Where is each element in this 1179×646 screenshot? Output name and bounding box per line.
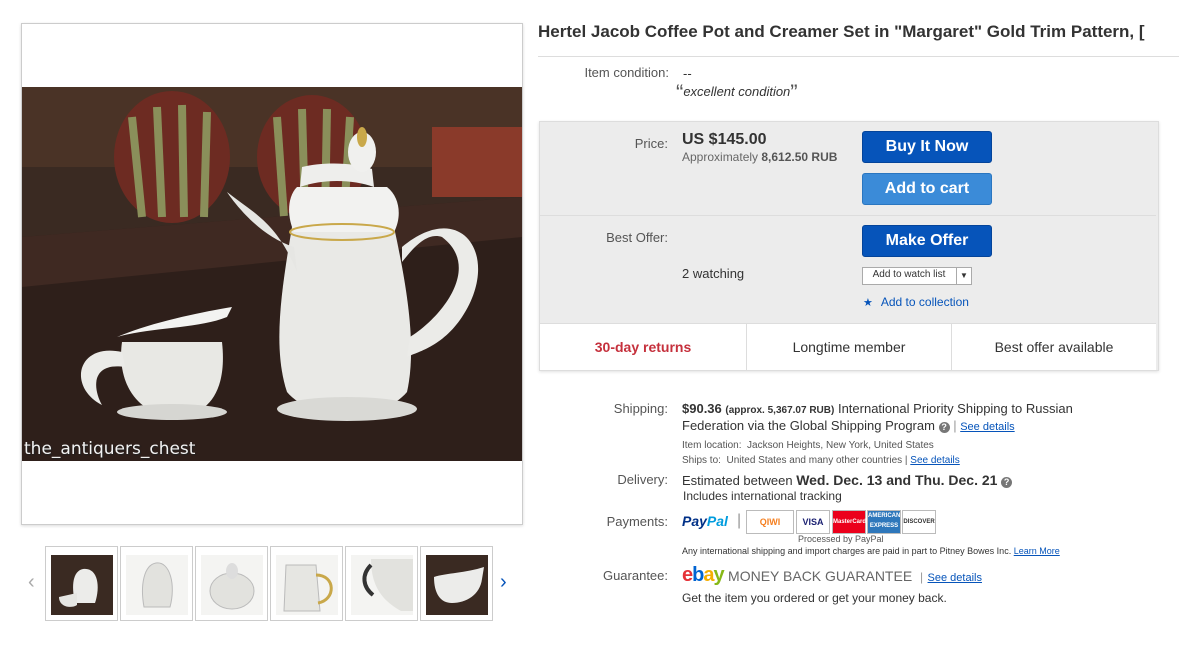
feature-longtime-member: Longtime member [792, 339, 906, 355]
shipping-via: via the Global Shipping Program [747, 418, 935, 433]
shipping-details: $90.36 (approx. 5,367.07 RUB) Internatio… [682, 401, 1122, 468]
payments-label: Payments: [606, 514, 668, 529]
feature-best-offer: Best offer available [994, 339, 1114, 355]
price-approx-prefix: Approximately [682, 150, 762, 164]
add-to-collection-label: Add to collection [880, 295, 969, 309]
thumbnail-1[interactable] [45, 546, 118, 621]
import-charges-text: Any international shipping and import ch… [682, 546, 1012, 556]
thumbnail-2[interactable] [120, 546, 193, 621]
shipping-amount: $90.36 [682, 401, 722, 416]
import-charges-note: Any international shipping and import ch… [682, 546, 1060, 556]
condition-note: “excellent condition” [676, 80, 798, 106]
price-divider [540, 215, 1156, 216]
guarantee-text: MONEY BACK GUARANTEE [728, 568, 913, 584]
help-icon[interactable]: ? [938, 422, 950, 433]
thumbnail-next-arrow-icon[interactable]: › [500, 571, 507, 594]
shipping-see-details-link[interactable]: See details [960, 421, 1014, 433]
thumbnail-image [201, 555, 263, 615]
star-icon: ★ [863, 297, 873, 309]
qiwi-logo: QIWI [746, 510, 794, 534]
add-to-watch-list-button[interactable]: Add to watch list ▼ [862, 267, 972, 285]
visa-logo: VISA [796, 510, 830, 534]
price-approx: Approximately 8,612.50 RUB [682, 150, 837, 164]
watch-list-label: Add to watch list [872, 269, 946, 280]
paypal-logo-part-1: Pay [682, 513, 707, 529]
ebay-logo: ebay [682, 564, 725, 586]
shipping-label: Shipping: [613, 401, 668, 416]
guarantee-subtext: Get the item you ordered or get your mon… [682, 591, 947, 605]
thumbnail-image [426, 555, 488, 615]
amex-logo: AMERICAN EXPRESS [867, 510, 901, 534]
item-location-value: Jackson Heights, New York, United States [747, 440, 934, 451]
thumbnail-image [51, 555, 113, 615]
shipping-approx: (approx. 5,367.07 RUB) [725, 405, 835, 416]
help-icon[interactable]: ? [1001, 477, 1013, 488]
chevron-down-icon[interactable]: ▼ [956, 268, 971, 284]
ships-to: Ships to: United States and many other c… [682, 455, 960, 466]
main-photo[interactable]: the_antiquers_chest [22, 87, 522, 461]
price-label: Price: [634, 136, 668, 151]
delivery-label: Delivery: [617, 472, 668, 487]
guarantee-label: Guarantee: [602, 568, 668, 583]
add-to-cart-button[interactable]: Add to cart [862, 173, 992, 205]
thumbnail-3[interactable] [195, 546, 268, 621]
price-value: US $145.00 [682, 131, 767, 148]
logo-divider: | [737, 512, 742, 529]
condition-value: -- [683, 66, 692, 81]
item-location-label: Item location: [682, 440, 742, 451]
mastercard-logo: MasterCard [832, 510, 866, 534]
price-approx-value: 8,612.50 RUB [761, 150, 838, 164]
delivery-tracking: Includes international tracking [683, 489, 842, 503]
add-to-collection-link[interactable]: ★ Add to collection [863, 295, 969, 309]
feature-returns: 30-day returns [594, 339, 692, 355]
thumbnail-5[interactable] [345, 546, 418, 621]
condition-note-text: excellent condition [683, 84, 791, 99]
ships-to-value: United States and many other countries [726, 455, 903, 466]
make-offer-button[interactable]: Make Offer [862, 225, 992, 257]
guarantee-see-details-link[interactable]: See details [928, 572, 982, 584]
main-photo-frame[interactable]: the_antiquers_chest [21, 23, 523, 525]
features-bar: 30-day returns Longtime member Best offe… [540, 323, 1156, 370]
item-title: Hertel Jacob Coffee Pot and Creamer Set … [538, 22, 1145, 41]
thumbnail-image [126, 555, 188, 615]
paypal-logo: PayPal [682, 513, 728, 529]
discover-logo: DISCOVER [902, 510, 936, 534]
ships-to-see-details-link[interactable]: See details [910, 455, 959, 466]
thumbnail-image [276, 555, 338, 615]
payment-logos: PayPal | QIWI VISA MasterCard AMERICAN E… [682, 510, 942, 534]
title-divider [538, 56, 1179, 57]
photo-watermark: the_antiquers_chest [24, 439, 196, 459]
watching-count: 2 watching [682, 266, 745, 281]
thumbnail-4[interactable] [270, 546, 343, 621]
money-back-guarantee: ebay MONEY BACK GUARANTEE | See details [682, 564, 982, 586]
delivery-estimate: Estimated between Wed. Dec. 13 and Thu. … [682, 472, 1013, 488]
buy-it-now-button[interactable]: Buy It Now [862, 131, 992, 163]
paypal-logo-part-2: Pal [706, 513, 728, 529]
best-offer-label: Best Offer: [606, 230, 668, 245]
item-location: Item location: Jackson Heights, New York… [682, 438, 1122, 453]
delivery-range: Wed. Dec. 13 and Thu. Dec. 21 [796, 472, 998, 488]
thumbnail-prev-arrow-icon[interactable]: ‹ [28, 571, 35, 594]
close-quote: ” [790, 80, 798, 105]
processed-by-paypal: Processed by PayPal [798, 534, 884, 544]
learn-more-link[interactable]: Learn More [1014, 546, 1060, 556]
ships-to-label: Ships to: [682, 455, 721, 466]
thumbnail-image [351, 555, 413, 615]
delivery-prefix: Estimated between [682, 473, 797, 488]
condition-label: Item condition: [584, 65, 669, 80]
thumbnail-6[interactable] [420, 546, 493, 621]
